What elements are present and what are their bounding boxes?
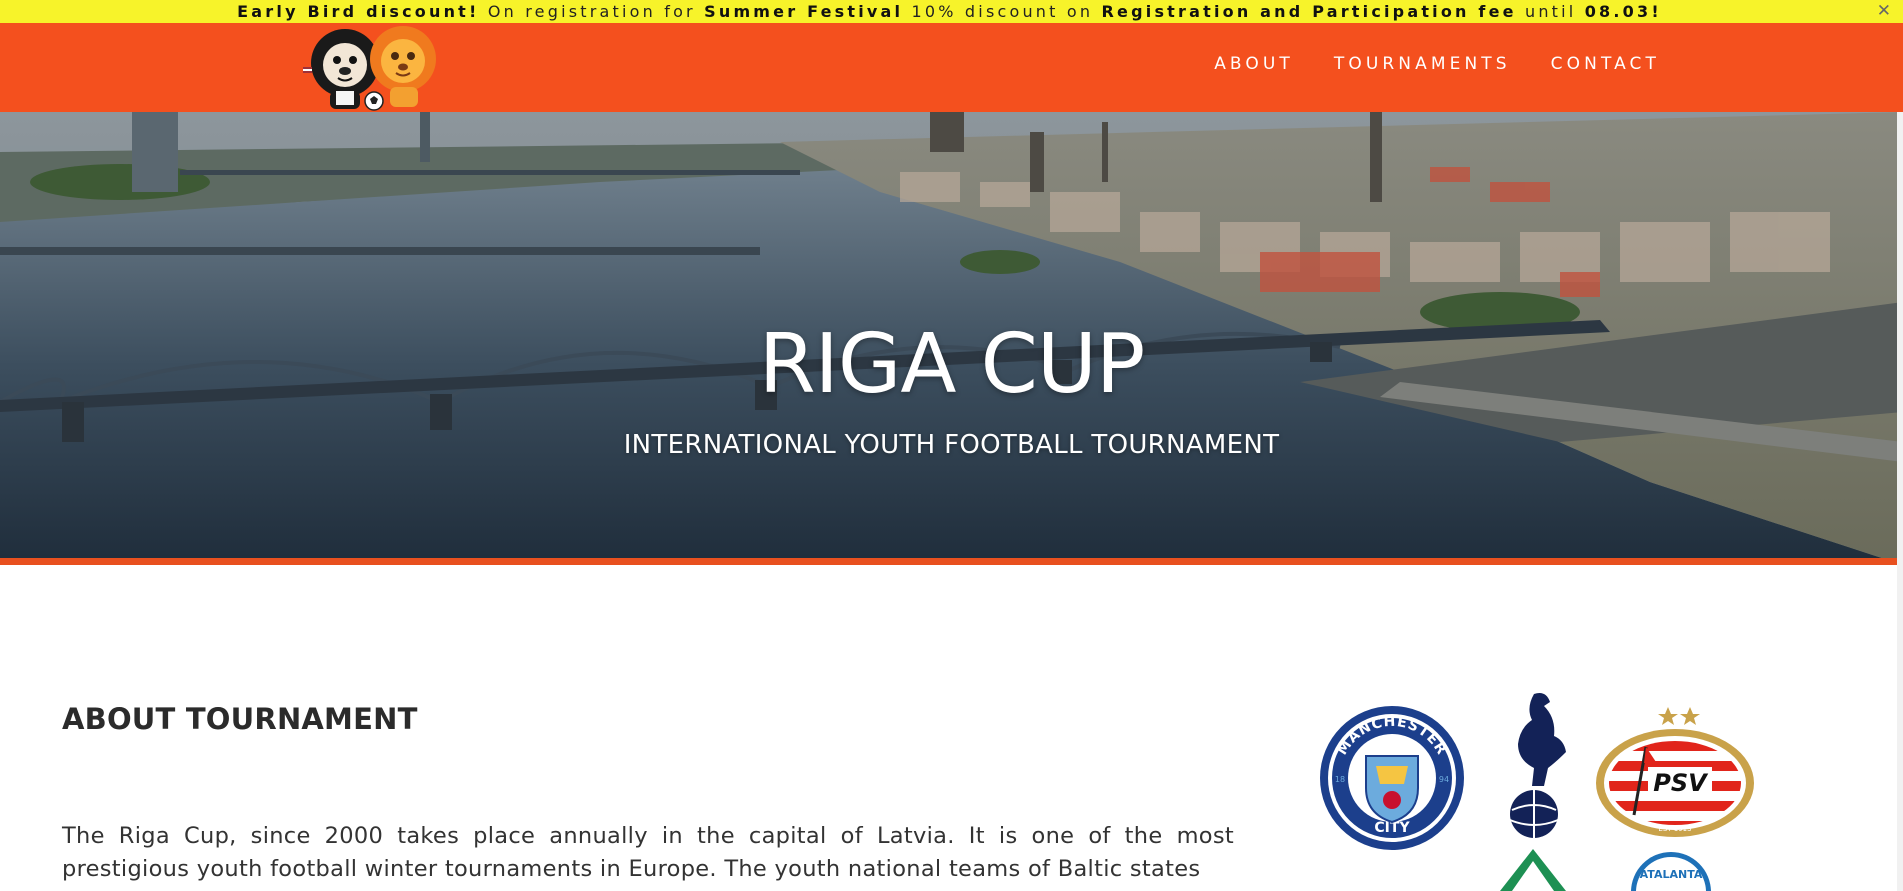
manchester-city-badge: MANCHESTER CITY 18 94 (1320, 706, 1464, 850)
nav-contact[interactable]: CONTACT (1551, 54, 1660, 74)
main-nav: ABOUT TOURNAMENTS CONTACT (1214, 54, 1660, 74)
atalanta-wordmark: ATALANTA (1640, 868, 1703, 881)
promo-banner: Early Bird discount! On registration for… (0, 0, 1903, 23)
psv-badge: PSV EST 1913 (1596, 707, 1754, 837)
promo-segment: On registration for (479, 2, 705, 21)
promo-festival: Summer Festival (704, 2, 904, 21)
psv-wordmark: PSV (1653, 769, 1709, 797)
city-year-left: 18 (1335, 775, 1345, 784)
about-title: ABOUT TOURNAMENT (62, 702, 418, 736)
hero-banner: RIGA CUP INTERNATIONAL YOUTH FOOTBALL TO… (0, 112, 1903, 565)
nav-about[interactable]: ABOUT (1214, 54, 1294, 74)
promo-highlight: Early Bird discount! (237, 2, 480, 21)
promo-segment: 10% discount on (903, 2, 1102, 21)
hero-divider (0, 558, 1903, 565)
promo-date: 08.03! (1584, 2, 1662, 21)
psv-est: EST 1913 (1658, 825, 1691, 833)
close-icon[interactable]: ✕ (1877, 1, 1891, 21)
promo-text: Early Bird discount! On registration for… (237, 2, 1662, 21)
lion-mascots-logo[interactable] (300, 23, 460, 112)
promo-fee: Registration and Participation fee (1101, 2, 1517, 21)
hero-title: RIGA CUP (758, 317, 1146, 412)
tottenham-badge (1509, 693, 1566, 838)
werder-badge (1500, 849, 1566, 891)
atalanta-badge: ATALANTA (1631, 852, 1711, 891)
nav-tournaments[interactable]: TOURNAMENTS (1334, 54, 1511, 74)
hero-subtitle: INTERNATIONAL YOUTH FOOTBALL TOURNAMENT (623, 430, 1280, 460)
promo-segment: until (1516, 2, 1585, 21)
site-header: ABOUT TOURNAMENTS CONTACT (0, 23, 1903, 112)
about-text: The Riga Cup, since 2000 takes place ann… (62, 823, 1234, 882)
scrollbar[interactable] (1897, 112, 1903, 891)
city-year-right: 94 (1439, 775, 1449, 784)
